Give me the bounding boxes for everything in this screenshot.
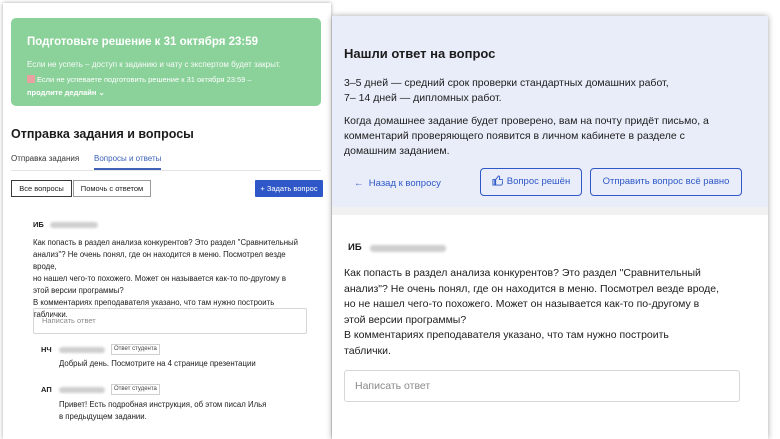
- filter-help-answer[interactable]: Помочь с ответом: [73, 180, 151, 197]
- tab-questions[interactable]: Вопросы и ответы: [94, 154, 161, 163]
- paragraph-line: Когда домашнее задание будет проверено, …: [344, 115, 709, 127]
- back-link-label: Назад к вопросу: [368, 178, 441, 189]
- avatar: ИБ: [33, 220, 44, 229]
- student-answer-badge: Ответ студента: [111, 344, 160, 355]
- question-line: этой версии программы?: [33, 286, 124, 295]
- blurred-author-name: [59, 387, 105, 393]
- answer-paragraph-1: 3–5 дней — средний срок проверки стандар…: [344, 76, 754, 106]
- deadline-banner: Подготовьте решение к 31 октября 23:59 Е…: [11, 18, 321, 106]
- background-window: Подготовьте решение к 31 октября 23:59 Е…: [3, 3, 331, 439]
- section-divider: [332, 207, 768, 215]
- question-line: но нашел чего-то похожего. Может он назы…: [33, 274, 286, 283]
- found-answer-card: Нашли ответ на вопрос 3–5 дней — средний…: [332, 16, 768, 207]
- blurred-author-name: [59, 347, 105, 353]
- answer-paragraph-2: Когда домашнее задание будет проверено, …: [344, 114, 754, 159]
- avatar: ИБ: [348, 242, 362, 253]
- chevron-down-icon: ⌄: [98, 88, 105, 97]
- question-text: Как попасть в раздел анализа конкурентов…: [344, 266, 754, 360]
- tab-submit[interactable]: Отправка задания: [11, 154, 79, 163]
- question-line: анализ"? Не очень понял, где он находитс…: [33, 250, 286, 271]
- question-line: таблички.: [344, 344, 391, 357]
- ask-question-button[interactable]: + Задать вопрос: [255, 180, 323, 197]
- reply-text: Добрый день. Посмотрите на 4 странице пр…: [59, 359, 256, 368]
- blurred-author-name: [50, 222, 98, 228]
- resolved-label: Вопрос решён: [506, 176, 571, 187]
- paragraph-line: домашним заданием.: [344, 145, 450, 157]
- calendar-icon: [27, 75, 35, 83]
- question-line: В комментариях преподавателя указано, чт…: [344, 329, 669, 342]
- reply-line: в предыдущем задании.: [59, 412, 147, 421]
- question-line: Как попасть в раздел анализа конкурентов…: [33, 238, 298, 247]
- answer-input[interactable]: Написать ответ: [344, 370, 740, 402]
- send-anyway-button[interactable]: Отправить вопрос всё равно: [590, 168, 742, 196]
- banner-title: Подготовьте решение к 31 октября 23:59: [27, 36, 259, 48]
- question-line: анализ"? Не очень понял, где он находитс…: [344, 282, 720, 295]
- arrow-left-icon: ←: [354, 178, 369, 189]
- question-line: Как попасть в раздел анализа конкурентов…: [344, 267, 701, 279]
- question-resolved-button[interactable]: Вопрос решён: [480, 168, 582, 196]
- back-to-question-link[interactable]: ← Назад к вопросу: [354, 178, 441, 189]
- avatar: НЧ: [41, 345, 52, 354]
- paragraph-line: 3–5 дней — средний срок проверки стандар…: [344, 77, 669, 89]
- avatar: АП: [41, 385, 52, 394]
- thumbs-up-icon: [492, 175, 503, 186]
- reply-text: Привет! Есть подробная инструкция, об эт…: [59, 399, 266, 423]
- banner-hint: Если не успеваете подготовить решение к …: [27, 75, 252, 84]
- student-answer-badge: Ответ студента: [111, 384, 160, 395]
- paragraph-line: комментарий проверяющего появится в личн…: [344, 130, 685, 142]
- extend-deadline-label: продлите дедлайн: [27, 88, 97, 97]
- extend-deadline-link[interactable]: продлите дедлайн ⌄: [27, 88, 105, 97]
- banner-hint-text: Если не успеваете подготовить решение к …: [37, 75, 252, 84]
- reply-line: Привет! Есть подробная инструкция, об эт…: [59, 400, 267, 409]
- question-line: но не нашел чего-то похожего. Может он н…: [344, 298, 700, 311]
- filter-all-questions[interactable]: Все вопросы: [11, 180, 72, 197]
- section-heading: Отправка задания и вопросы: [11, 127, 194, 141]
- paragraph-line: 7– 14 дней — дипломных работ.: [344, 92, 502, 104]
- blurred-author-name: [370, 245, 446, 252]
- question-line: этой версии программы?: [344, 313, 467, 326]
- banner-warning: Если не успеть – доступ к заданию и чату…: [27, 60, 281, 69]
- tab-divider: [11, 170, 321, 171]
- answer-input[interactable]: Написать ответ: [33, 308, 307, 334]
- found-answer-title: Нашли ответ на вопрос: [344, 46, 496, 61]
- foreground-window: Нашли ответ на вопрос 3–5 дней — средний…: [332, 16, 768, 439]
